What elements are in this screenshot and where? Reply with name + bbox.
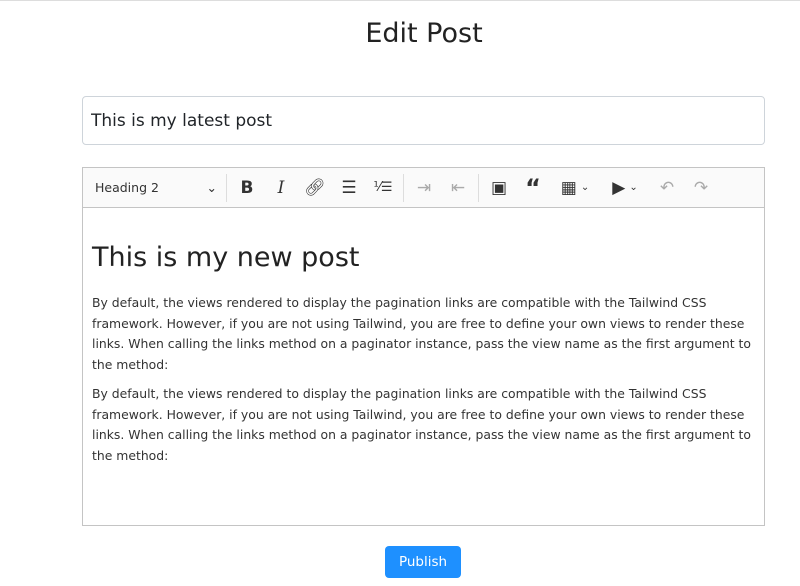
- editor-toolbar: Heading 2 ⌄ B I 🔗︎ ☰ ⅟☰ ⇥ ⇤ ▣ “ ▦ ⌄ ▶ ⌄ ↶ ↷: [83, 168, 764, 208]
- numbered-list-icon[interactable]: ⅟☰: [366, 173, 400, 203]
- publish-button[interactable]: Publish: [385, 546, 461, 578]
- toolbar-divider: [478, 173, 479, 202]
- link-icon[interactable]: 🔗︎: [298, 173, 332, 203]
- outdent-icon[interactable]: ⇤: [441, 173, 475, 203]
- bold-icon[interactable]: B: [230, 173, 264, 203]
- content-paragraph: By default, the views rendered to displa…: [92, 386, 751, 463]
- page-title: Edit Post: [365, 18, 483, 49]
- undo-icon[interactable]: ↶: [650, 173, 684, 203]
- bulleted-list-icon[interactable]: ☰: [332, 173, 366, 203]
- redo-icon[interactable]: ↷: [684, 173, 718, 203]
- heading-select-value: Heading 2: [95, 180, 159, 195]
- post-title-input[interactable]: [82, 96, 765, 145]
- image-icon[interactable]: ▣: [482, 173, 516, 203]
- toolbar-divider: [226, 173, 227, 202]
- editor-content[interactable]: This is my new post By default, the view…: [83, 208, 764, 466]
- toolbar-divider: [403, 173, 404, 202]
- heading-select[interactable]: Heading 2 ⌄: [89, 173, 223, 203]
- rich-text-editor: Heading 2 ⌄ B I 🔗︎ ☰ ⅟☰ ⇥ ⇤ ▣ “ ▦ ⌄ ▶ ⌄ ↶ ↷…: [82, 167, 765, 526]
- table-icon[interactable]: ▦ ⌄: [550, 173, 600, 203]
- content-heading: This is my new post: [92, 242, 360, 273]
- chevron-down-icon: ⌄: [206, 180, 217, 195]
- content-paragraph: By default, the views rendered to displa…: [92, 295, 751, 372]
- italic-icon[interactable]: I: [264, 173, 298, 203]
- indent-icon[interactable]: ⇥: [407, 173, 441, 203]
- media-icon[interactable]: ▶ ⌄: [600, 173, 650, 203]
- quote-icon[interactable]: “: [516, 173, 550, 203]
